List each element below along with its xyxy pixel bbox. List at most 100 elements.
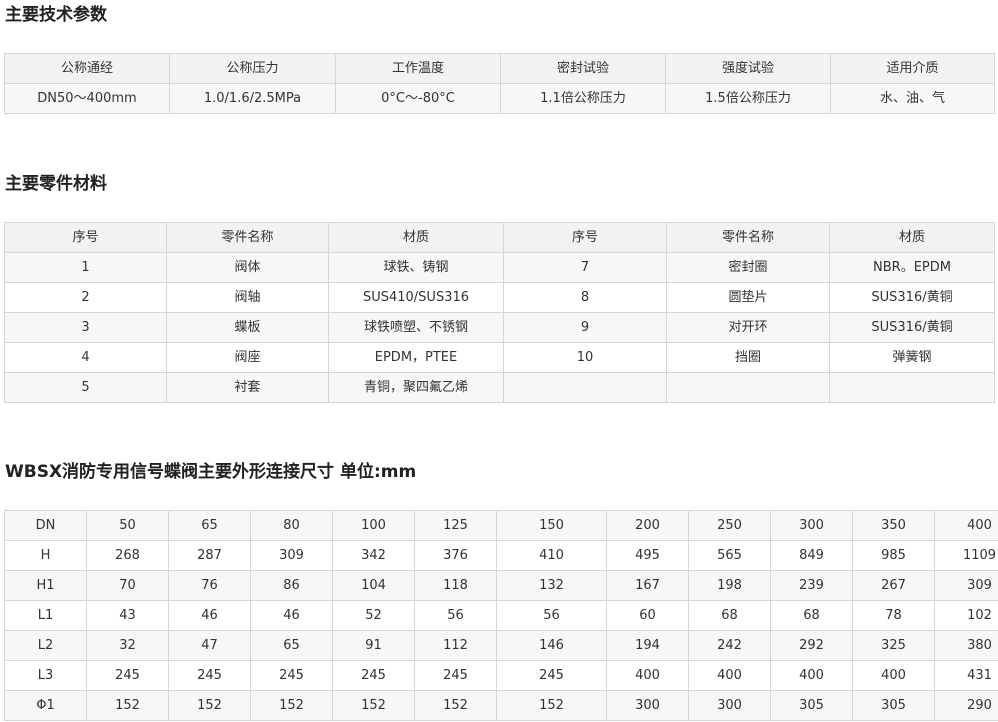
table-cell: 268	[86, 540, 169, 571]
table-cell: 5	[4, 372, 167, 403]
table-cell: 152	[414, 690, 497, 721]
table-cell: 400	[852, 660, 935, 691]
table-cell: 10	[503, 342, 667, 373]
table-cell: 431	[934, 660, 998, 691]
table-cell: 对开环	[666, 312, 830, 343]
table-cell: 100	[332, 510, 415, 541]
row-header-cell: H	[4, 540, 87, 571]
table-cell: 68	[770, 600, 853, 631]
table-cell: 102	[934, 600, 998, 631]
table-row: 2 阀轴 SUS410/SUS316 8 圆垫片 SUS316/黄铜	[4, 282, 995, 313]
table-cell: 167	[606, 570, 689, 601]
table-cell: 125	[414, 510, 497, 541]
table-cell: 152	[496, 690, 607, 721]
table-row: L3 245 245 245 245 245 245 400 400 400 400 431	[4, 660, 998, 691]
table-cell: 46	[168, 600, 251, 631]
header-cell: 强度试验	[665, 53, 831, 84]
header-cell: 零件名称	[166, 222, 329, 253]
table-cell: 400	[688, 660, 771, 691]
table-cell: 球铁、铸钢	[328, 252, 504, 283]
table-cell: 2	[4, 282, 167, 313]
table-header-row: 序号 零件名称 材质 序号 零件名称 材质	[4, 222, 995, 253]
table-cell: 325	[852, 630, 935, 661]
main-parts-table: 序号 零件名称 材质 序号 零件名称 材质 1 阀体 球铁、铸钢 7 密封圈 N…	[4, 222, 995, 403]
table-cell: 290	[934, 690, 998, 721]
table-cell: 1	[4, 252, 167, 283]
dimensions-table: DN 50 65 80 100 125 150 200 250 300 350 400 H 268 287 3…	[4, 510, 998, 721]
table-cell: 1.0/1.6/2.5MPa	[169, 83, 336, 114]
table-cell: 292	[770, 630, 853, 661]
table-cell: 68	[688, 600, 771, 631]
table-cell: DN50～400mm	[4, 83, 170, 114]
table-cell: 3	[4, 312, 167, 343]
table-row: DN50～400mm 1.0/1.6/2.5MPa 0°C～-80°C 1.1倍…	[4, 83, 995, 114]
table-cell: 7	[503, 252, 667, 283]
table-row: H1 70 76 86 104 118 132 167 198 239 267 309	[4, 570, 998, 601]
table-cell: 4	[4, 342, 167, 373]
table-cell: 300	[770, 510, 853, 541]
header-cell: 适用介质	[830, 53, 995, 84]
table-cell: 46	[250, 600, 333, 631]
table-cell: 1109	[934, 540, 998, 571]
table-cell: 300	[688, 690, 771, 721]
table-cell: 309	[250, 540, 333, 571]
table-cell: 圆垫片	[666, 282, 830, 313]
table-cell: 0°C～-80°C	[335, 83, 501, 114]
table-cell: 376	[414, 540, 497, 571]
table-cell: 60	[606, 600, 689, 631]
table-cell: 蝶板	[166, 312, 329, 343]
table-row: L2 32 47 65 91 112 146 194 242 292 325 380	[4, 630, 998, 661]
table-cell: 300	[606, 690, 689, 721]
table-cell: 342	[332, 540, 415, 571]
table-cell: 287	[168, 540, 251, 571]
table-cell: 80	[250, 510, 333, 541]
table-cell: 194	[606, 630, 689, 661]
table-cell: 70	[86, 570, 169, 601]
header-cell: 工作温度	[335, 53, 501, 84]
table-cell: 985	[852, 540, 935, 571]
table-cell: 400	[770, 660, 853, 691]
table-cell: 32	[86, 630, 169, 661]
table-cell: 50	[86, 510, 169, 541]
table-cell: 1.1倍公称压力	[500, 83, 666, 114]
table-cell: 青铜，聚四氟乙烯	[328, 372, 504, 403]
section-title-technical-params: 主要技术参数	[5, 5, 107, 25]
table-cell: 弹簧钢	[829, 342, 995, 373]
table-cell: 阀轴	[166, 282, 329, 313]
table-cell: 150	[496, 510, 607, 541]
table-cell: 112	[414, 630, 497, 661]
table-cell: SUS316/黄铜	[829, 312, 995, 343]
table-cell: 9	[503, 312, 667, 343]
row-header-cell: H1	[4, 570, 87, 601]
table-cell: 衬套	[166, 372, 329, 403]
table-cell: 245	[168, 660, 251, 691]
table-cell: 410	[496, 540, 607, 571]
header-cell: 公称压力	[169, 53, 336, 84]
table-cell: 400	[934, 510, 998, 541]
table-cell	[829, 372, 995, 403]
table-cell: 146	[496, 630, 607, 661]
row-header-cell: DN	[4, 510, 87, 541]
table-cell: 242	[688, 630, 771, 661]
table-row: Φ1 152 152 152 152 152 152 300 300 305 305 290	[4, 690, 998, 721]
table-row: DN 50 65 80 100 125 150 200 250 300 350 400	[4, 510, 998, 541]
table-cell: 阀体	[166, 252, 329, 283]
table-cell: 118	[414, 570, 497, 601]
table-cell: 球铁喷塑、不锈钢	[328, 312, 504, 343]
table-cell: 152	[86, 690, 169, 721]
table-cell: 152	[168, 690, 251, 721]
table-cell: 78	[852, 600, 935, 631]
table-cell: 152	[332, 690, 415, 721]
table-cell: 65	[168, 510, 251, 541]
header-cell: 序号	[503, 222, 667, 253]
header-cell: 序号	[4, 222, 167, 253]
table-cell: 8	[503, 282, 667, 313]
table-cell: 56	[496, 600, 607, 631]
table-cell: 水、油、气	[830, 83, 995, 114]
table-cell: 104	[332, 570, 415, 601]
table-cell: 849	[770, 540, 853, 571]
table-cell: 400	[606, 660, 689, 691]
table-row: 4 阀座 EPDM，PTEE 10 挡圈 弹簧钢	[4, 342, 995, 373]
table-cell: 305	[852, 690, 935, 721]
technical-params-table: 公称通经 公称压力 工作温度 密封试验 强度试验 适用介质 DN50～400mm…	[4, 53, 995, 114]
